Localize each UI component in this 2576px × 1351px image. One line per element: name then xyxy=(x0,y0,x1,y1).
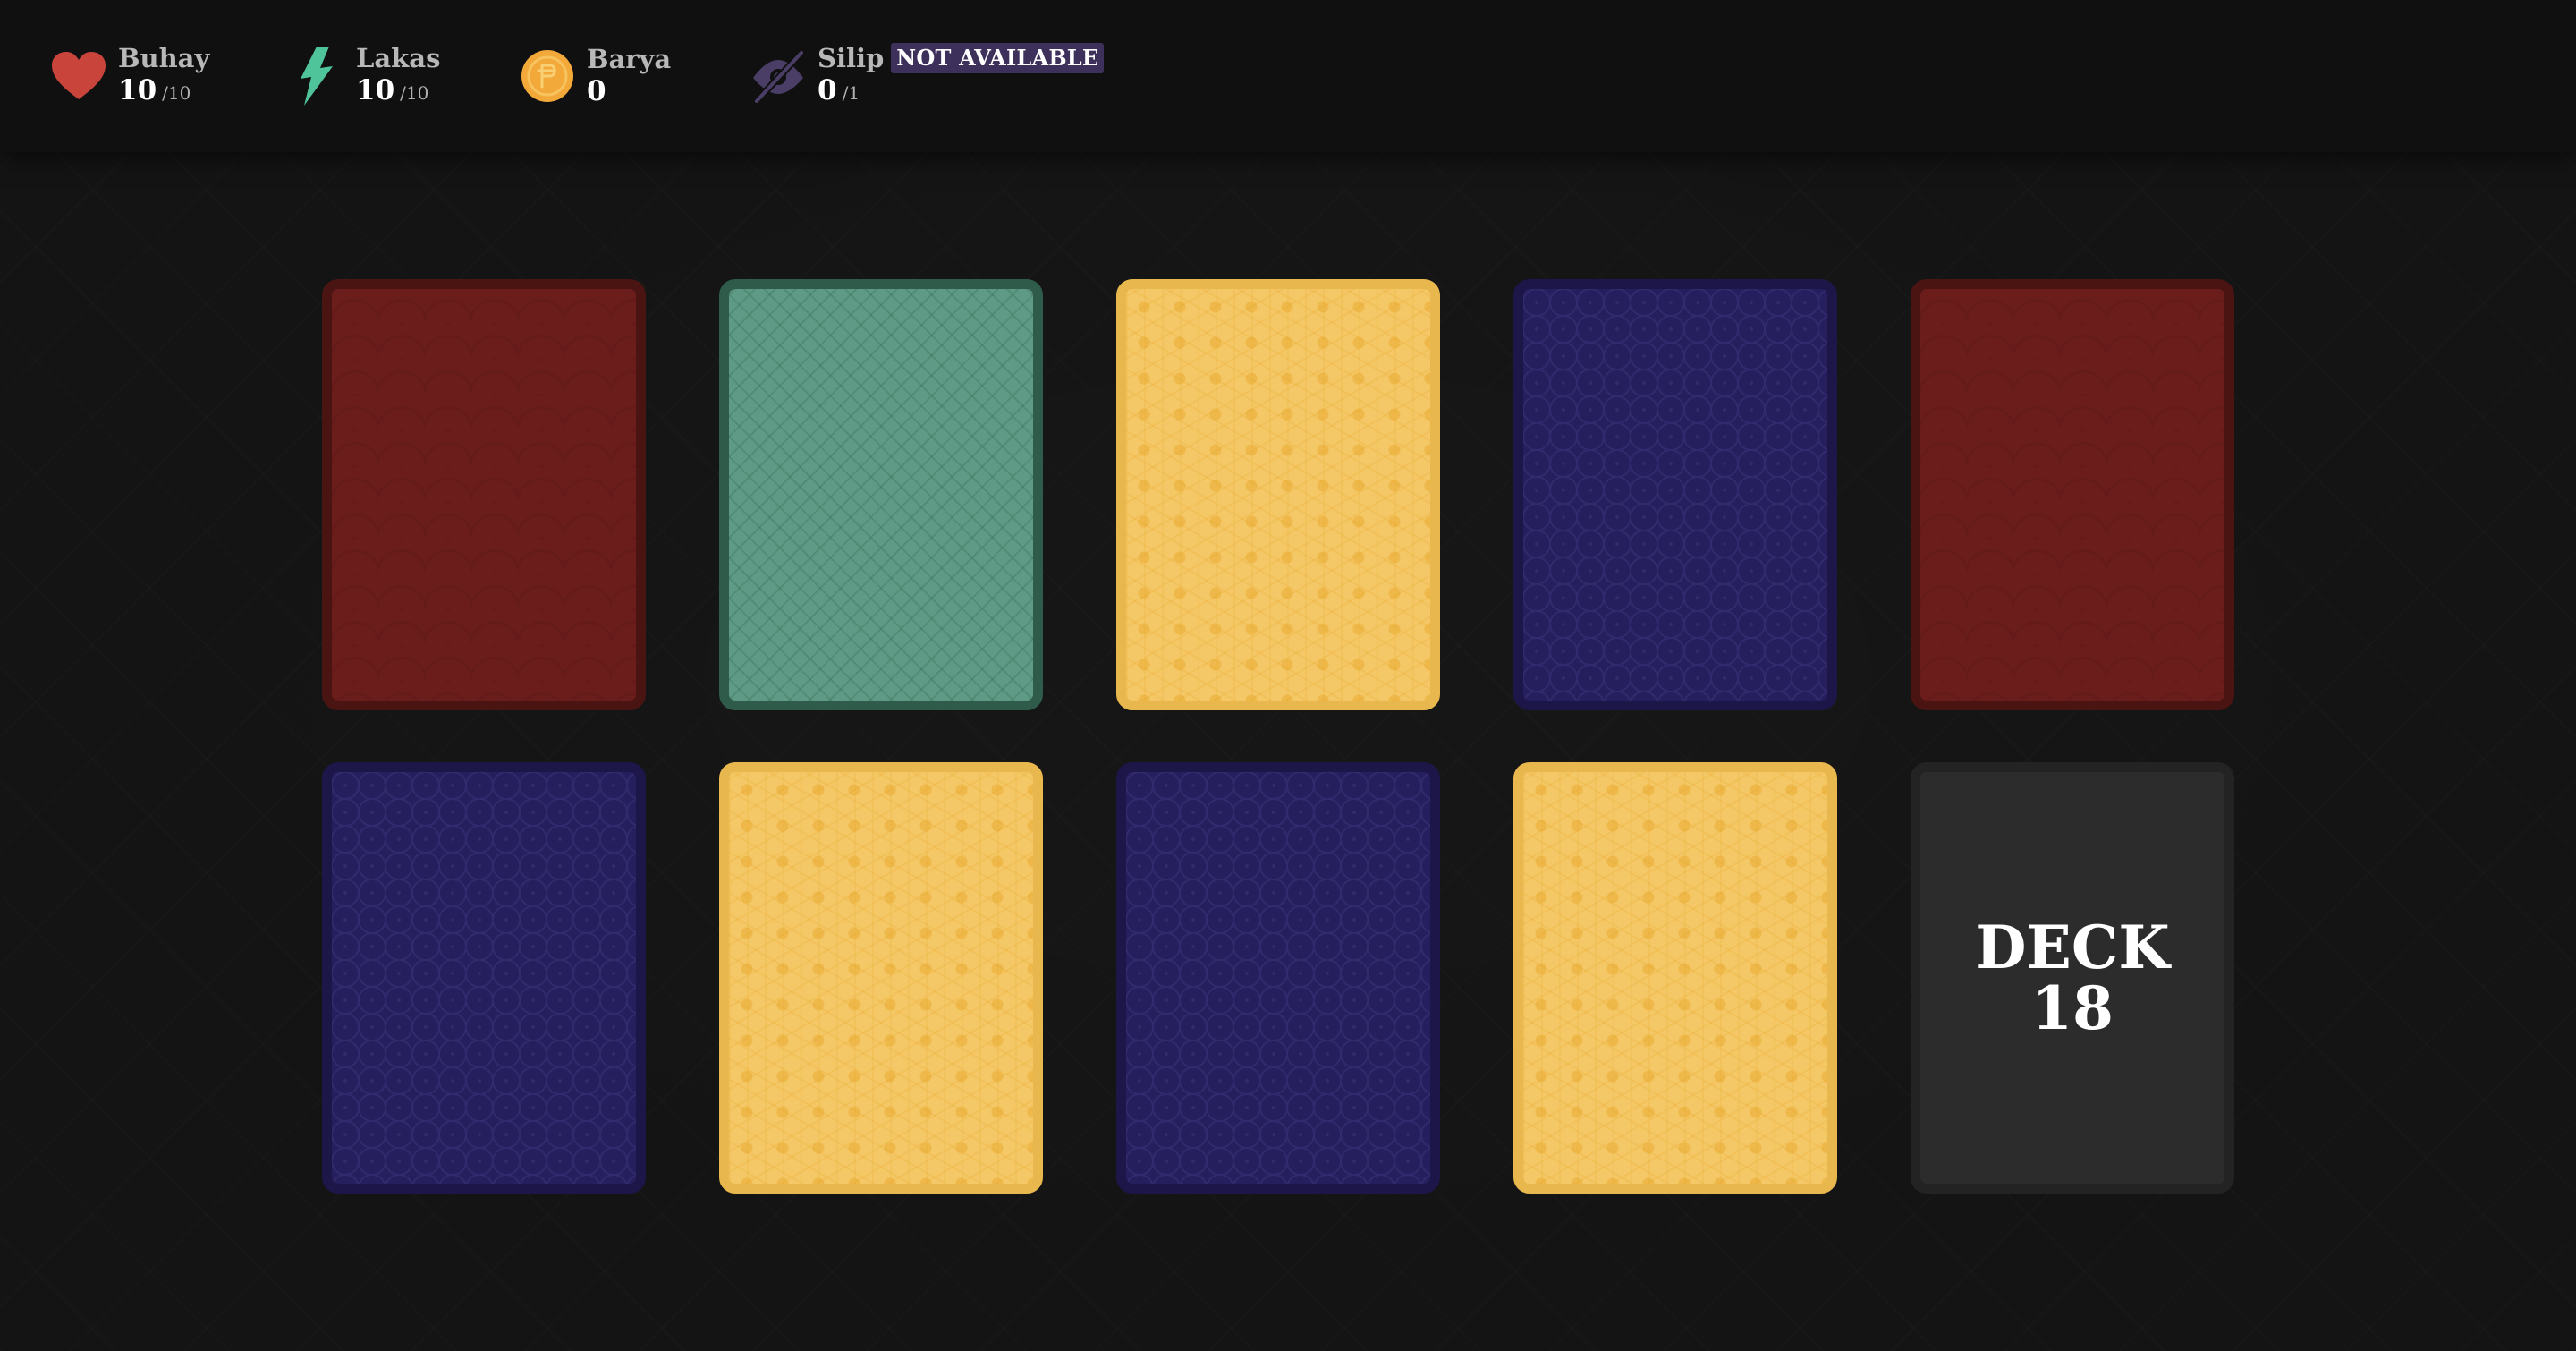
deck-label: DECK xyxy=(1975,913,2170,982)
peek-label-row: Silip NOT AVAILABLE xyxy=(818,42,1105,73)
card-blue[interactable] xyxy=(1513,279,1837,710)
peek-value-row: 0/1 xyxy=(818,73,1104,110)
health-label: Buhay xyxy=(118,42,210,73)
energy-value: 10 xyxy=(356,73,395,106)
deck-pile[interactable]: DECK 18 xyxy=(1911,762,2234,1194)
energy-max: /10 xyxy=(400,81,429,104)
card-red[interactable] xyxy=(322,279,646,710)
lightning-icon xyxy=(288,47,345,106)
health-value: 10 xyxy=(118,73,157,106)
coin-icon xyxy=(519,47,576,105)
status-bar: Buhay 10/10 Lakas 10/10 Barya 0 Silip NO… xyxy=(0,0,2576,152)
card-red[interactable] xyxy=(1911,279,2234,710)
card-gold[interactable] xyxy=(1116,279,1440,710)
game-screen: Buhay 10/10 Lakas 10/10 Barya 0 Silip NO… xyxy=(0,0,2576,1351)
coins-label: Barya xyxy=(587,44,672,74)
peek-label: Silip xyxy=(818,42,885,73)
peek-status-badge: NOT AVAILABLE xyxy=(891,42,1105,73)
peek-max: /1 xyxy=(842,81,860,104)
energy-label: Lakas xyxy=(356,42,441,73)
card-green[interactable] xyxy=(719,279,1043,710)
card-blue[interactable] xyxy=(1116,762,1440,1194)
coins-stat: Barya 0 xyxy=(519,36,671,116)
heart-icon xyxy=(50,47,107,105)
coins-value-row: 0 xyxy=(587,74,671,108)
energy-value-row: 10/10 xyxy=(356,73,440,110)
health-stat: Buhay 10/10 xyxy=(50,36,209,116)
peek-value: 0 xyxy=(818,73,837,106)
energy-stat: Lakas 10/10 xyxy=(288,36,440,116)
peek-stat[interactable]: Silip NOT AVAILABLE 0/1 xyxy=(750,36,1105,116)
health-value-row: 10/10 xyxy=(118,73,209,110)
card-gold[interactable] xyxy=(1513,762,1837,1194)
card-gold[interactable] xyxy=(719,762,1043,1194)
health-max: /10 xyxy=(162,81,191,104)
coins-value: 0 xyxy=(587,75,606,107)
card-blue[interactable] xyxy=(322,762,646,1194)
deck-count: 18 xyxy=(2031,973,2114,1043)
eye-off-icon xyxy=(750,47,807,105)
